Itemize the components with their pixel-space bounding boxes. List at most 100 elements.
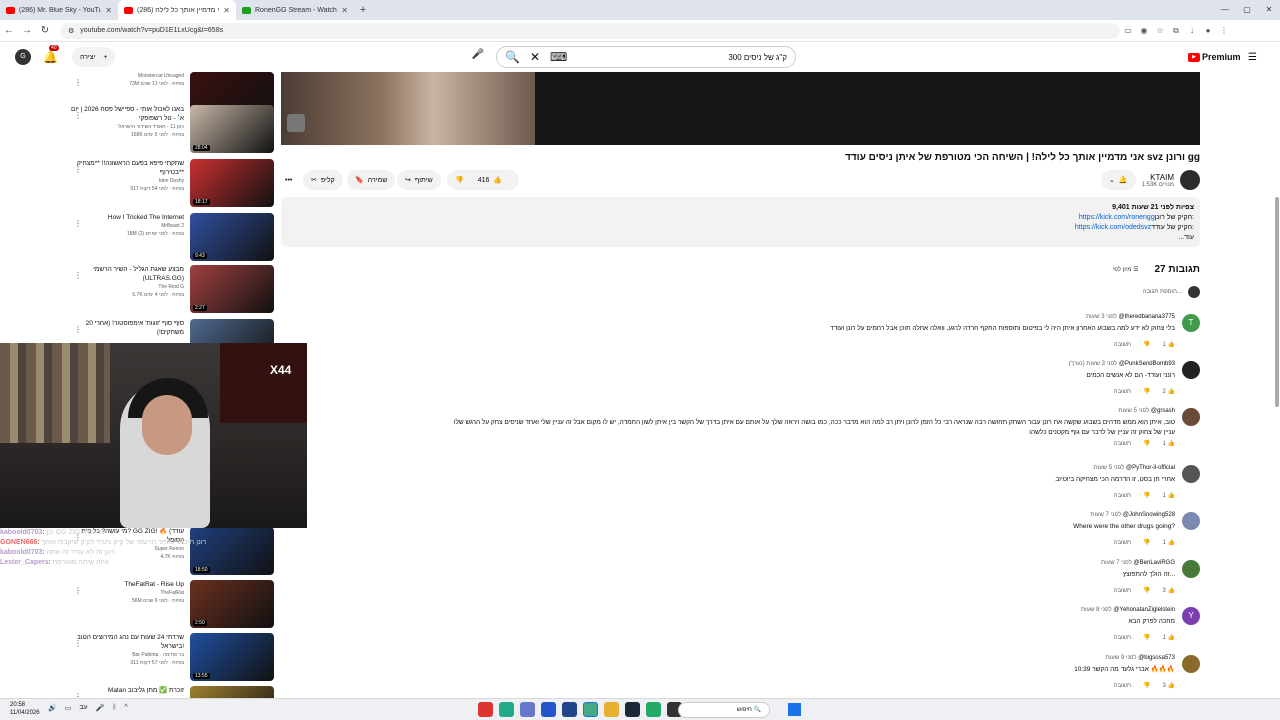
profile-icon[interactable]: ● [1200,26,1216,35]
like-icon[interactable]: 👍 [493,176,502,184]
close-tab-icon[interactable]: ✕ [105,6,112,15]
comment-author[interactable]: @YehonatanZiglelstein [1113,607,1175,613]
browser-tab[interactable]: (286) Mr. Blue Sky - YouTube ✕ [0,0,118,20]
avatar[interactable] [1182,655,1200,673]
dislike-icon[interactable]: 👎 [1143,587,1150,594]
channel-name[interactable]: The Real G [64,283,184,291]
more-options-icon[interactable]: ⋮ [74,165,82,174]
extensions-icon[interactable]: ⧉ [1168,26,1184,36]
windows-start-icon[interactable] [788,703,801,716]
channel-name[interactable]: Bar Pahima · בר פחימה [64,651,184,659]
save-button[interactable]: 🔖 שמירה [347,170,396,190]
more-options-icon[interactable]: ⋮ [74,78,82,87]
video-title[interactable]: מבצע שאגת הגליל - השיר הרשמי (ULTRAS.GG) [64,265,184,283]
page-scrollbar[interactable] [1274,72,1280,698]
eye-off-icon[interactable]: ◉ [1136,26,1152,35]
dislike-icon[interactable]: 👎 [1143,440,1150,447]
like-icon[interactable]: 👍 [1168,389,1175,395]
channel-name[interactable]: Iden Dushy [64,177,184,185]
like-icon[interactable]: 👍 [1168,540,1175,546]
reply-button[interactable]: תשובה [1114,635,1131,641]
avatar[interactable] [1182,408,1200,426]
clock[interactable]: 20:58 11/04/2026 [10,701,40,717]
channel-name[interactable]: KTAIM [1142,173,1174,182]
reload-icon[interactable]: ↻ [36,25,54,36]
recommended-video[interactable]: 9:43 How I Tricked The Internet MrBeast … [60,213,274,263]
video-thumbnail[interactable] [190,686,274,698]
browser-menu-icon[interactable]: ⋮ [1216,26,1232,35]
reply-button[interactable]: תשובה [1114,540,1131,546]
back-icon[interactable]: ← [0,25,18,36]
reply-button[interactable]: תשובה [1114,493,1131,499]
reply-button[interactable]: תשובה [1114,683,1131,689]
like-icon[interactable]: 👍 [1168,683,1175,689]
maximize-icon[interactable]: ▢ [1236,0,1258,20]
video-title[interactable]: Matan זוכרת ✅ מתן גליבוב [64,686,184,695]
video-title[interactable]: How I Tricked The Internet [64,213,184,222]
app-icon[interactable] [646,702,661,717]
folder-icon[interactable] [604,702,619,717]
comment-author[interactable]: @grsash [1151,408,1175,414]
avatar[interactable] [1182,512,1200,530]
bookmark-star-icon[interactable]: ☆ [1152,26,1168,35]
like-icon[interactable]: 👍 [1168,342,1175,348]
add-comment[interactable]: הוספת תגובה... [1100,286,1200,298]
keyboard-icon[interactable]: ⌨ [550,50,567,64]
like-icon[interactable]: 👍 [1168,441,1175,447]
avatar[interactable] [1182,361,1200,379]
video-title[interactable]: שתקתי פיפא בפעם הראשונה!! **מצחיק בטירוף… [64,159,184,177]
dislike-icon[interactable]: 👎 [1143,341,1150,348]
close-tab-icon[interactable]: ✕ [341,6,348,15]
new-tab-button[interactable]: + [354,0,372,20]
more-options-icon[interactable]: ⋮ [74,639,82,648]
more-options-icon[interactable]: ⋮ [74,111,82,120]
share-button[interactable]: ↪ שיתוף [397,170,441,190]
app-icon[interactable] [499,702,514,717]
subscribed-button[interactable]: ⌄ 🔔 [1100,170,1136,190]
clear-search-icon[interactable]: ✕ [530,50,540,64]
video-thumbnail[interactable]: 13:55 [190,633,274,681]
volume-icon[interactable]: 🔊 [48,704,57,712]
more-options-icon[interactable]: ⋮ [74,325,82,334]
video-title[interactable]: באנו לאכול אותי - ספיישל פסח 2026 | יום … [64,105,184,123]
chrome-icon[interactable] [583,702,598,717]
taskbar-search[interactable]: חיפוש 🔍 [678,702,770,718]
app-icon[interactable] [541,702,556,717]
reply-button[interactable]: תשובה [1114,441,1131,447]
channel-avatar[interactable] [1180,170,1200,190]
sort-button[interactable]: מיון לפי ☰ [1113,266,1139,273]
download-icon[interactable]: ↓ [1184,26,1200,35]
comment-author[interactable]: @bigsosa573 [1138,655,1175,661]
app-icon[interactable] [478,702,493,717]
search-icon[interactable]: 🔍 [505,50,520,64]
avatar[interactable] [1182,465,1200,483]
url-field[interactable]: ⚙ youtube.com/watch?v=puD1E1LxUcg&t=658s [60,22,1120,39]
video-title[interactable]: שרדתי 24 שעות עם נהג המירוצים הטוב בישרא… [64,633,184,651]
avatar[interactable]: Y [1182,607,1200,625]
channel-name[interactable]: כאן 11 - תאגיד השידור הישראלי [64,123,184,131]
description-link[interactable]: https://kick.com/ronengg [1079,214,1155,221]
comment-author[interactable]: @PyThor-il-official [1126,465,1175,471]
browser-tab-active[interactable]: אני מדמיין אותך כל לילה (286) ✕ [118,0,236,20]
minimize-icon[interactable]: — [1214,0,1236,20]
video-title[interactable]: סוף סוף 'זוגות' אימפוסטור! (אחרי 20 משחק… [64,319,184,337]
clip-button[interactable]: ✂ קליפ [303,170,343,190]
more-options-icon[interactable]: ⋮ [74,219,82,228]
comment-author[interactable]: @PunkSendBomb93 [1119,361,1175,367]
bluetooth-icon[interactable]: ᛒ [112,704,116,712]
video-thumbnail[interactable]: 9:43 [190,213,274,261]
comment-author[interactable]: @JohnSnowing528 [1123,512,1175,518]
dislike-icon[interactable]: 👎 [1143,388,1150,395]
reply-button[interactable]: תשובה [1114,342,1131,348]
channel-name[interactable]: MrBeast 2 [64,222,184,230]
recommended-video[interactable]: 13:55 שרדתי 24 שעות עם נהג המירוצים הטוב… [60,633,274,683]
like-dislike-buttons[interactable]: 👎 416 👍 [447,170,519,190]
more-options-icon[interactable]: ⋮ [74,271,82,280]
create-button[interactable]: יצירה + [71,47,116,67]
more-actions-button[interactable]: ••• [281,170,296,190]
close-window-icon[interactable]: ✕ [1258,0,1280,20]
comment-author[interactable]: @BenLaviRGG [1134,560,1175,566]
forward-icon[interactable]: → [18,25,36,36]
description-link[interactable]: https://kick.com/odedsvz [1075,224,1151,231]
dislike-icon[interactable]: 👎 [1143,634,1150,641]
